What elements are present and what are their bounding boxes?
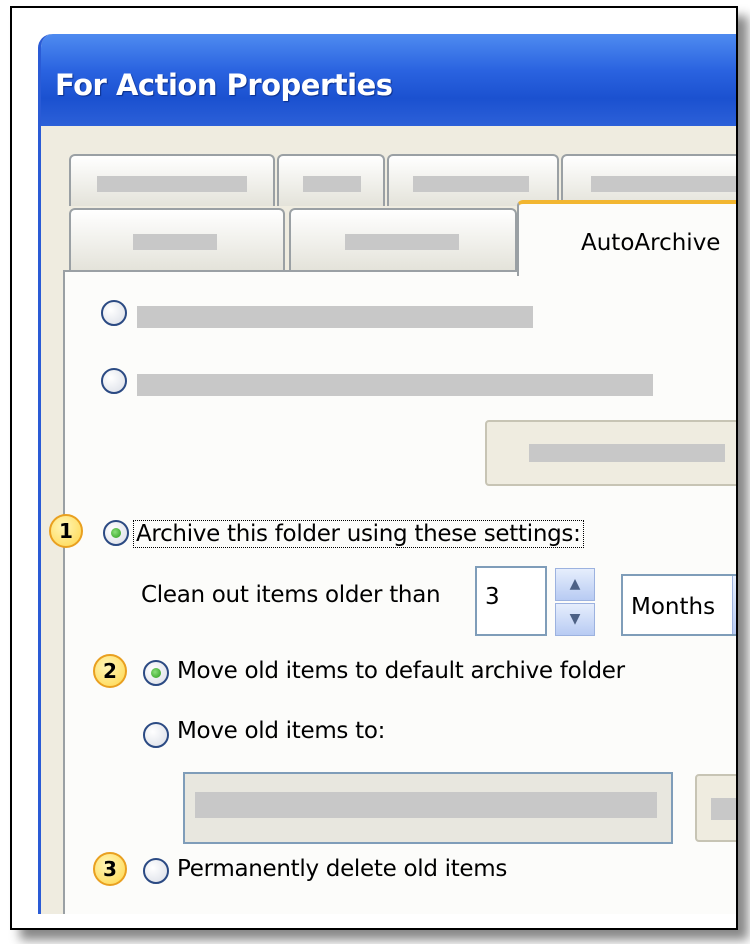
age-unit-select[interactable]: Months	[621, 574, 736, 636]
callout-badge-3: 3	[93, 852, 127, 886]
archive-settings-radio[interactable]	[103, 520, 129, 546]
tab-redacted-label	[303, 176, 361, 192]
tab-placeholder-6[interactable]	[289, 208, 517, 270]
age-unit-value: Months	[631, 594, 716, 620]
age-value-input[interactable]: 3	[475, 566, 547, 636]
radio-option-redacted-2[interactable]	[101, 368, 127, 394]
archive-path-field[interactable]	[183, 772, 673, 844]
tab-autoarchive-label: AutoArchive	[581, 230, 721, 256]
tab-redacted-label	[133, 234, 217, 250]
tab-placeholder-5[interactable]	[69, 208, 285, 270]
redacted-button[interactable]	[485, 420, 736, 486]
option-redacted-label	[137, 306, 533, 328]
button-redacted-label	[529, 444, 725, 462]
age-spinner[interactable]: ▲ ▼	[555, 568, 595, 636]
button-redacted-label	[711, 798, 736, 820]
tab-placeholder-3[interactable]	[387, 154, 559, 206]
tab-redacted-label	[97, 176, 247, 192]
chevron-down-icon[interactable]	[732, 576, 736, 634]
radio-option-redacted-1[interactable]	[101, 300, 127, 326]
clean-out-label: Clean out items older than	[141, 582, 441, 608]
tab-redacted-label	[345, 234, 459, 250]
move-default-label[interactable]: Move old items to default archive folder	[177, 658, 625, 684]
tab-placeholder-2[interactable]	[277, 154, 385, 206]
screenshot-frame: For Action Properties AutoArchive 1 Arch…	[10, 6, 738, 930]
spin-down-icon[interactable]: ▼	[555, 603, 595, 636]
tab-redacted-label	[413, 176, 529, 192]
callout-badge-2: 2	[93, 654, 127, 688]
move-to-radio[interactable]	[143, 722, 169, 748]
delete-old-items-radio[interactable]	[143, 858, 169, 884]
move-to-label[interactable]: Move old items to:	[177, 718, 385, 744]
path-redacted-value	[195, 792, 657, 818]
move-default-radio[interactable]	[143, 660, 169, 686]
properties-dialog: For Action Properties AutoArchive 1 Arch…	[38, 34, 736, 914]
tab-placeholder-4[interactable]	[561, 154, 736, 206]
tab-autoarchive[interactable]: AutoArchive	[517, 200, 736, 276]
tab-placeholder-1[interactable]	[69, 154, 275, 206]
callout-badge-1: 1	[49, 514, 83, 548]
archive-settings-label[interactable]: Archive this folder using these settings…	[133, 520, 584, 548]
title-bar[interactable]: For Action Properties	[41, 34, 736, 126]
window-title: For Action Properties	[55, 68, 393, 102]
spin-up-icon[interactable]: ▲	[555, 568, 595, 601]
option-redacted-label	[137, 374, 653, 396]
tab-redacted-label	[591, 176, 736, 192]
browse-button[interactable]	[695, 774, 736, 842]
delete-old-items-label[interactable]: Permanently delete old items	[177, 856, 507, 882]
